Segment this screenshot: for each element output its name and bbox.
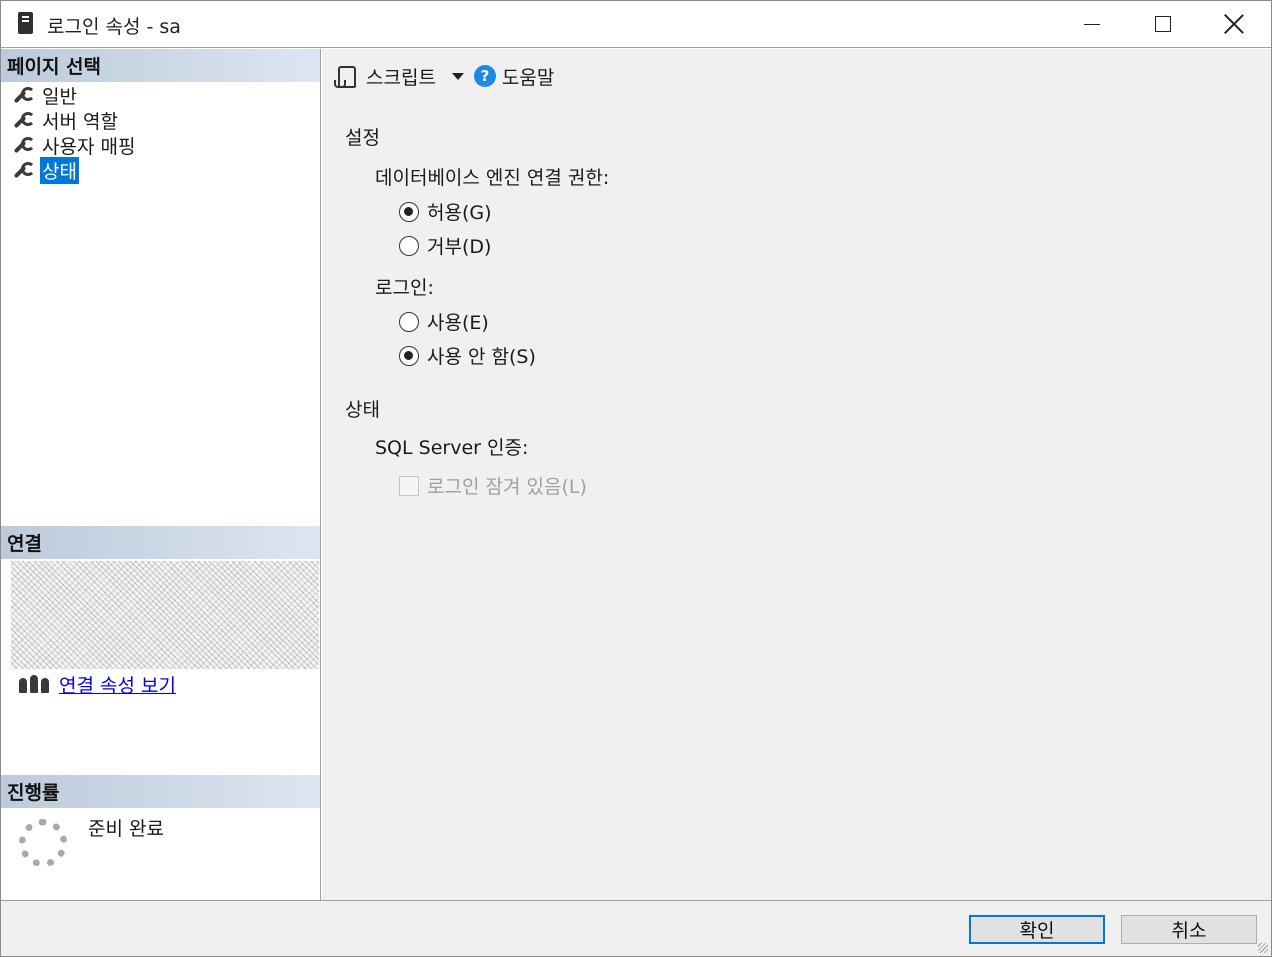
- minimize-button[interactable]: [1057, 1, 1127, 47]
- deny-radio-row[interactable]: 거부(D): [399, 232, 491, 259]
- server-icon: [18, 12, 33, 34]
- login-disabled-radio[interactable]: [399, 345, 419, 366]
- toolbar: 스크립트 ? 도움말: [334, 61, 554, 91]
- page-item-label: 사용자 매핑: [42, 136, 136, 158]
- login-disabled-label: 사용 안 함(S): [427, 346, 536, 368]
- connection-header: 연결: [1, 526, 320, 559]
- grant-label: 허용(G): [427, 202, 492, 224]
- cancel-button[interactable]: 취소: [1121, 915, 1257, 944]
- settings-group-title: 설정: [345, 127, 380, 149]
- login-enabled-radio-row[interactable]: 사용(E): [399, 308, 489, 335]
- left-pane: 페이지 선택 일반 서버 역할 사용자 매핑 상태 연결 연결 속성 보기 진행…: [1, 49, 321, 900]
- connection-link-row: 연결 속성 보기: [19, 671, 176, 698]
- login-locked-check-row[interactable]: 로그인 잠겨 있음(L): [399, 472, 587, 499]
- progress-header: 진행률: [1, 775, 320, 808]
- minimize-icon: [1084, 23, 1100, 25]
- wrench-icon: [11, 161, 35, 181]
- chevron-down-icon[interactable]: [451, 72, 464, 80]
- wrench-icon: [11, 136, 35, 156]
- progress-status-text: 준비 완료: [88, 818, 164, 840]
- help-button[interactable]: 도움말: [502, 63, 554, 90]
- resize-grip-icon[interactable]: [1258, 943, 1268, 953]
- page-item-server-roles[interactable]: 서버 역할: [11, 108, 137, 133]
- db-access-label: 데이터베이스 엔진 연결 권한:: [375, 167, 610, 189]
- help-icon: ?: [473, 65, 496, 87]
- users-icon: [19, 674, 49, 695]
- script-icon: [334, 64, 356, 88]
- login-label: 로그인:: [375, 277, 434, 299]
- login-properties-window: 로그인 속성 - sa 페이지 선택 일반 서버 역할 사용자 매핑 상태 연결…: [0, 0, 1272, 957]
- view-connection-properties-link[interactable]: 연결 속성 보기: [59, 671, 176, 698]
- wrench-icon: [11, 111, 35, 131]
- page-item-status[interactable]: 상태: [11, 157, 137, 184]
- page-select-header: 페이지 선택: [1, 49, 320, 82]
- login-disabled-radio-row[interactable]: 사용 안 함(S): [399, 342, 536, 369]
- page-list: 일반 서버 역할 사용자 매핑 상태: [11, 83, 137, 184]
- connection-info-redacted: [11, 561, 319, 669]
- login-locked-checkbox[interactable]: [399, 475, 419, 496]
- login-enabled-label: 사용(E): [427, 312, 489, 334]
- grant-radio[interactable]: [399, 201, 419, 222]
- progress-spinner-icon: [19, 819, 67, 867]
- deny-radio[interactable]: [399, 235, 419, 256]
- maximize-button[interactable]: [1128, 1, 1198, 47]
- page-item-label: 일반: [42, 86, 77, 108]
- script-button[interactable]: 스크립트: [366, 63, 436, 90]
- wrench-icon: [11, 86, 35, 106]
- login-locked-label: 로그인 잠겨 있음(L): [427, 476, 587, 498]
- title-bar: 로그인 속성 - sa: [1, 1, 1271, 48]
- grant-radio-row[interactable]: 허용(G): [399, 198, 492, 225]
- close-button[interactable]: [1199, 1, 1269, 47]
- dialog-footer: 확인 취소: [1, 900, 1271, 956]
- close-icon: [1224, 14, 1244, 34]
- content-pane: 스크립트 ? 도움말 설정 데이터베이스 엔진 연결 권한: 허용(G) 거부(…: [322, 49, 1271, 900]
- page-item-label: 서버 역할: [42, 111, 118, 133]
- page-item-label: 상태: [40, 157, 79, 184]
- ok-button[interactable]: 확인: [969, 915, 1105, 944]
- sql-auth-label: SQL Server 인증:: [375, 437, 529, 459]
- deny-label: 거부(D): [427, 236, 492, 258]
- status-group-title: 상태: [345, 399, 380, 421]
- page-item-general[interactable]: 일반: [11, 83, 137, 108]
- login-enabled-radio[interactable]: [399, 311, 419, 332]
- window-title: 로그인 속성 - sa: [47, 16, 181, 38]
- maximize-icon: [1155, 16, 1171, 32]
- page-item-user-mapping[interactable]: 사용자 매핑: [11, 133, 137, 158]
